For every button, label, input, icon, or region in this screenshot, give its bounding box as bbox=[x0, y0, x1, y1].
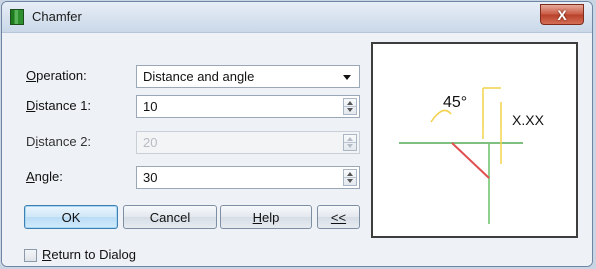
distance2-input: 20 bbox=[136, 131, 360, 154]
angle-input[interactable]: 30 bbox=[136, 166, 360, 189]
close-icon: X bbox=[557, 6, 567, 23]
angle-annotation: 45° bbox=[443, 94, 468, 111]
dialog-body: Operation: Distance and angle Distance 1… bbox=[2, 33, 592, 266]
angle-arc bbox=[430, 109, 452, 123]
distance2-label: Distance 2: bbox=[26, 134, 92, 149]
return-to-dialog-label[interactable]: Return to Dialog bbox=[42, 247, 136, 262]
operation-combobox[interactable]: Distance and angle bbox=[136, 65, 360, 88]
operation-label: Operation: bbox=[26, 68, 87, 83]
chamfer-preview: 45° X.XX bbox=[371, 42, 578, 238]
cancel-button[interactable]: Cancel bbox=[123, 205, 217, 229]
collapse-button[interactable]: << bbox=[317, 205, 360, 229]
chamfer-dialog: Chamfer X Operation: Distance and angle … bbox=[1, 1, 593, 267]
distance2-spinner bbox=[343, 134, 357, 151]
spin-down-icon[interactable] bbox=[347, 108, 353, 112]
distance1-label: Distance 1: bbox=[26, 98, 92, 113]
operation-value: Distance and angle bbox=[143, 69, 255, 84]
angle-spinner[interactable] bbox=[343, 169, 357, 186]
angle-label: Angle: bbox=[26, 169, 63, 184]
chamfer-edge bbox=[451, 142, 490, 179]
return-to-dialog-checkbox[interactable] bbox=[24, 249, 37, 262]
preview-drawing bbox=[399, 87, 523, 224]
window-title: Chamfer bbox=[32, 9, 82, 24]
spin-up-icon[interactable] bbox=[347, 101, 353, 105]
spin-up-icon bbox=[347, 137, 353, 141]
app-icon bbox=[10, 9, 24, 25]
spin-down-icon[interactable] bbox=[347, 179, 353, 183]
ok-button[interactable]: OK bbox=[24, 205, 118, 229]
spin-up-icon[interactable] bbox=[347, 172, 353, 176]
angle-value: 30 bbox=[143, 170, 158, 185]
close-button[interactable]: X bbox=[540, 4, 584, 25]
distance1-value: 10 bbox=[143, 99, 158, 114]
help-button[interactable]: Help bbox=[220, 205, 312, 229]
distance2-value: 20 bbox=[143, 135, 158, 150]
title-bar: Chamfer X bbox=[2, 2, 592, 33]
distance-annotation: X.XX bbox=[512, 112, 544, 128]
distance1-spinner[interactable] bbox=[343, 98, 357, 115]
distance1-input[interactable]: 10 bbox=[136, 95, 360, 118]
chevron-down-icon[interactable] bbox=[343, 75, 351, 80]
spin-down-icon bbox=[347, 144, 353, 148]
